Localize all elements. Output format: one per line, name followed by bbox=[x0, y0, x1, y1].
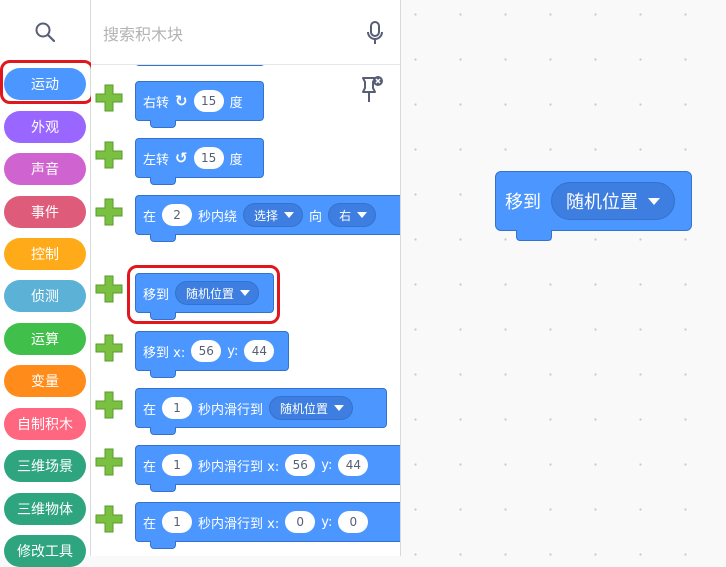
microphone-icon[interactable] bbox=[366, 21, 384, 45]
turn-left-block[interactable]: 左转 ↺ 15 度 bbox=[135, 138, 264, 185]
block-label: y: bbox=[321, 514, 333, 530]
go-to-block[interactable]: 移到 随机位置 bbox=[495, 171, 692, 241]
block-label: 移到 bbox=[143, 287, 170, 303]
rotate-around-block[interactable]: 在 2 秒内绕 选择 向 右 bbox=[135, 195, 400, 242]
dropdown-value: 随机位置 bbox=[566, 192, 638, 213]
add-block-icon[interactable] bbox=[93, 82, 125, 114]
block-label: 秒内滑行到 x: bbox=[198, 459, 280, 475]
block-notch bbox=[150, 312, 176, 320]
block-label: 在 bbox=[143, 516, 157, 532]
rotate-clockwise-icon: ↻ bbox=[175, 92, 188, 110]
add-block-icon[interactable] bbox=[93, 503, 125, 535]
dropdown-value: 右 bbox=[339, 208, 352, 223]
block-label: y: bbox=[227, 343, 239, 359]
block-palette: 右转 ↻ 15 度 左转 ↺ 15 度 在 2 秒内绕 选择 向 右 移到 随机… bbox=[91, 0, 401, 556]
category-motion[interactable]: 运动 bbox=[4, 68, 86, 100]
block-notch bbox=[150, 484, 176, 492]
seconds-input[interactable]: 1 bbox=[162, 511, 193, 533]
category-events[interactable]: 事件 bbox=[4, 196, 86, 228]
block-label: 在 bbox=[143, 402, 157, 418]
block-label: 向 bbox=[309, 209, 323, 225]
seconds-input[interactable]: 1 bbox=[162, 397, 193, 419]
block-notch bbox=[150, 541, 176, 549]
add-block-icon[interactable] bbox=[93, 332, 125, 364]
block-label: 右转 bbox=[143, 95, 170, 111]
block-label: 在 bbox=[143, 459, 157, 475]
target-dropdown[interactable]: 选择 bbox=[243, 203, 304, 227]
category-sensing[interactable]: 侦测 bbox=[4, 280, 86, 312]
seconds-input[interactable]: 2 bbox=[162, 204, 193, 226]
y-input[interactable]: 0 bbox=[338, 511, 369, 533]
script-workspace[interactable]: 移到 随机位置 bbox=[401, 0, 726, 556]
category-sound[interactable]: 声音 bbox=[4, 153, 86, 185]
x-input[interactable]: 0 bbox=[285, 511, 316, 533]
block-label: 秒内滑行到 bbox=[198, 402, 264, 418]
category-3d-object[interactable]: 三维物体 bbox=[4, 493, 86, 525]
unit-label: 度 bbox=[229, 95, 243, 111]
target-dropdown[interactable]: 随机位置 bbox=[551, 182, 675, 220]
seconds-input[interactable]: 1 bbox=[162, 454, 193, 476]
direction-dropdown[interactable]: 右 bbox=[328, 203, 377, 227]
category-variables[interactable]: 变量 bbox=[4, 365, 86, 397]
turn-right-block[interactable]: 右转 ↻ 15 度 bbox=[135, 81, 264, 128]
caret-icon bbox=[648, 197, 660, 205]
block-label: y: bbox=[321, 457, 333, 473]
caret-icon bbox=[284, 212, 295, 218]
add-block-icon[interactable] bbox=[93, 389, 125, 421]
glide-to-block[interactable]: 在 1 秒内滑行到 随机位置 bbox=[135, 388, 387, 435]
go-to-block[interactable]: 移到 随机位置 bbox=[135, 273, 274, 320]
category-my-blocks[interactable]: 自制积木 bbox=[4, 408, 86, 440]
target-dropdown[interactable]: 随机位置 bbox=[175, 281, 260, 305]
category-looks[interactable]: 外观 bbox=[4, 111, 86, 143]
block-notch bbox=[150, 427, 176, 435]
block-notch bbox=[150, 177, 176, 185]
y-input[interactable]: 44 bbox=[244, 340, 275, 362]
caret-icon bbox=[357, 212, 368, 218]
block-label: 左转 bbox=[143, 152, 170, 168]
block-label: 在 bbox=[143, 209, 157, 225]
category-control[interactable]: 控制 bbox=[4, 238, 86, 270]
x-input[interactable]: 56 bbox=[285, 454, 316, 476]
block-label: 秒内绕 bbox=[198, 209, 238, 225]
category-operators[interactable]: 运算 bbox=[4, 323, 86, 355]
add-block-icon[interactable] bbox=[93, 446, 125, 478]
block-notch bbox=[150, 370, 176, 378]
unit-label: 度 bbox=[229, 152, 243, 168]
block-notch bbox=[150, 234, 176, 242]
dropdown-value: 随机位置 bbox=[186, 286, 235, 301]
block-label: 移到 x: bbox=[143, 345, 186, 361]
dropdown-value: 随机位置 bbox=[280, 401, 329, 416]
degrees-input[interactable]: 15 bbox=[193, 147, 224, 169]
y-input[interactable]: 44 bbox=[338, 454, 369, 476]
search-input[interactable] bbox=[101, 20, 345, 48]
category-sidebar: 运动 外观 声音 事件 控制 侦测 运算 变量 自制积木 三维场景 三维物体 修… bbox=[0, 0, 94, 567]
degrees-input[interactable]: 15 bbox=[193, 90, 224, 112]
search-button[interactable] bbox=[0, 0, 90, 64]
add-block-icon[interactable] bbox=[93, 196, 125, 228]
block-label: 移到 bbox=[505, 192, 541, 213]
block-notch bbox=[150, 120, 176, 128]
block-label: 秒内滑行到 x: bbox=[198, 516, 280, 532]
caret-icon bbox=[334, 405, 345, 411]
x-input[interactable]: 56 bbox=[191, 340, 222, 362]
caret-icon bbox=[240, 290, 251, 296]
add-block-icon[interactable] bbox=[93, 139, 125, 171]
category-modify-tools[interactable]: 修改工具 bbox=[4, 535, 86, 567]
glide-xy-block[interactable]: 在 1 秒内滑行到 x: 56 y: 44 bbox=[135, 445, 400, 492]
add-block-icon[interactable] bbox=[93, 273, 125, 305]
go-to-xy-block[interactable]: 移到 x: 56 y: 44 bbox=[135, 331, 289, 378]
category-3d-scene[interactable]: 三维场景 bbox=[4, 450, 86, 482]
search-icon bbox=[35, 22, 56, 43]
glide-xy-block[interactable]: 在 1 秒内滑行到 x: 0 y: 0 bbox=[135, 502, 400, 549]
dropdown-value: 选择 bbox=[254, 208, 279, 223]
block-notch bbox=[516, 230, 552, 241]
pin-icon[interactable] bbox=[359, 74, 385, 106]
search-bar bbox=[91, 0, 400, 65]
target-dropdown[interactable]: 随机位置 bbox=[269, 396, 354, 420]
rotate-counterclockwise-icon: ↺ bbox=[175, 149, 188, 167]
